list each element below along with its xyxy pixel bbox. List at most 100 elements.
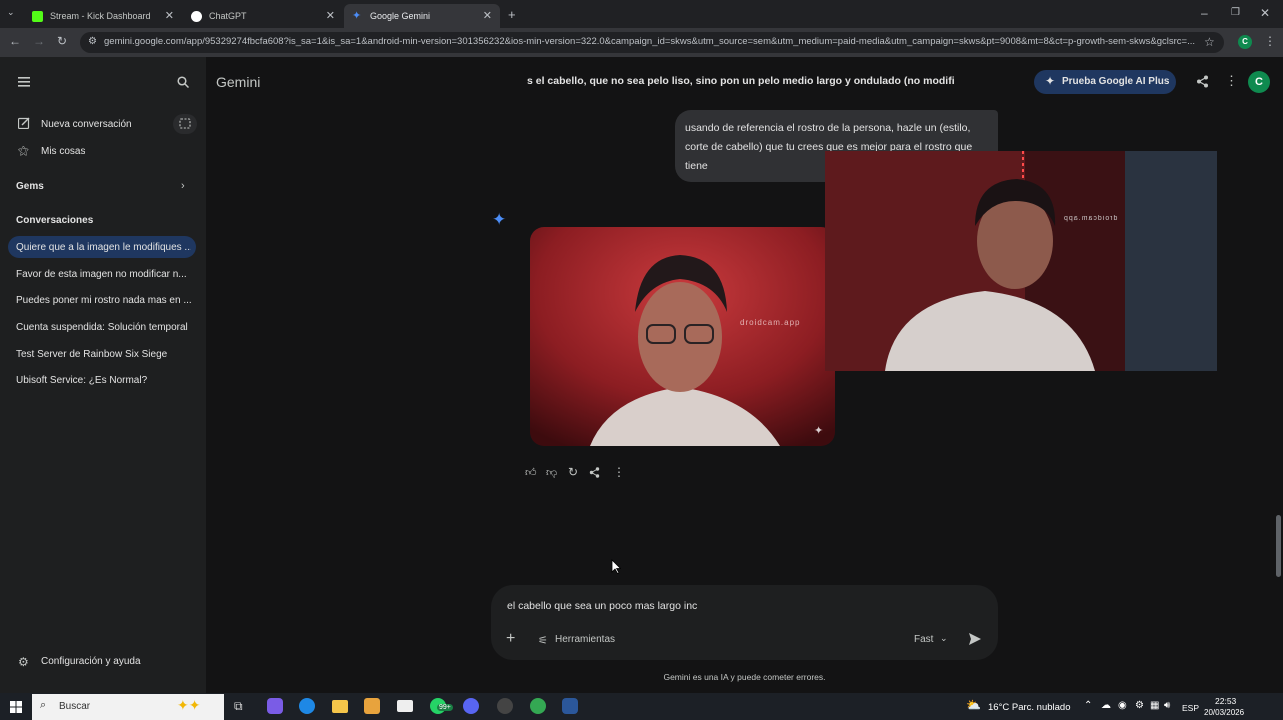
generated-image[interactable]: droidcam.app ✦ [530,227,835,446]
copilot-icon[interactable] [267,698,283,714]
browser-menu-icon[interactable]: ⋮ [1264,34,1276,48]
temporary-chat-button[interactable] [173,114,197,134]
forward-icon[interactable]: → [33,34,45,48]
tray-icon[interactable]: ☁ [1101,700,1111,711]
maximize-icon[interactable]: ❐ [1231,7,1240,18]
mouse-cursor-icon [611,559,621,574]
store-icon[interactable] [364,698,380,714]
reload-icon[interactable]: ↻ [57,34,67,48]
conversation-item[interactable]: Test Server de Rainbow Six Siege [16,349,191,360]
image-watermark: droidcam.app [740,318,801,327]
notification-badge: 99+ [437,704,453,711]
network-icon[interactable]: ▦ [1150,700,1159,711]
tools-button[interactable]: Herramientas [555,634,615,645]
my-stuff-icon: ⚝ [18,145,29,157]
bookmark-star-icon[interactable]: ☆ [1204,35,1215,49]
tab-kick-dashboard[interactable]: Stream - Kick Dashboard ✕ [24,4,182,28]
chatgpt-icon [191,10,202,22]
close-window-icon[interactable]: ✕ [1260,6,1270,20]
volume-icon[interactable]: 🔊︎ [1164,700,1170,711]
tab-chatgpt[interactable]: ChatGPT ✕ [183,4,343,28]
search-placeholder: Buscar [59,701,91,712]
tray-icon[interactable]: ⚙ [1135,700,1144,711]
close-tab-icon[interactable]: ✕ [326,9,335,22]
clock-time[interactable]: 22:53 [1215,696,1236,706]
prompt-input[interactable]: el cabello que sea un poco mas largo inc [507,600,977,612]
menu-icon[interactable] [18,77,30,87]
my-stuff-item[interactable]: Mis cosas [41,146,85,157]
conversation-item[interactable]: Ubisoft Service: ¿Es Normal? [16,375,191,386]
gemini-icon: ✦ [352,9,362,22]
search-highlight-icon: ✦✦ [177,697,201,713]
conversation-item[interactable]: Favor de esta imagen no modificar n... [16,269,191,280]
send-icon[interactable] [968,632,982,646]
close-tab-icon[interactable]: ✕ [483,9,492,22]
site-info-icon[interactable]: ⚙ [88,36,97,47]
minimize-icon[interactable]: – [1201,6,1208,20]
upgrade-button[interactable]: ✦ Prueba Google AI Plus [1034,70,1176,94]
language-indicator[interactable]: ESP [1182,703,1199,713]
account-avatar[interactable]: C [1248,71,1270,93]
settings-help-button[interactable]: Configuración y ayuda [41,656,141,667]
disclaimer-text: Gemini es una IA y puede cometer errores… [663,672,826,682]
response-more-icon[interactable]: ⋮ [613,465,625,479]
thumbs-up-icon[interactable]: 👍︎ [525,466,537,479]
discord-icon[interactable] [463,698,479,714]
webcam-overlay: droidcam.app [825,151,1217,371]
share-icon[interactable] [1196,75,1209,88]
tray-icon[interactable]: ◉ [1118,700,1127,711]
tab-title: Google Gemini [370,11,431,21]
tab-search-icon[interactable]: ⌄ [7,7,15,18]
search-icon: ⌕ [40,699,47,711]
clock-date[interactable]: 20/03/2026 [1204,708,1244,717]
new-chat-icon [18,117,30,129]
gemini-sparkle-icon: ✦ [492,210,507,229]
settings-icon: ⚙ [18,655,29,669]
more-options-icon[interactable]: ⋮ [1225,73,1238,89]
upgrade-label: Prueba Google AI Plus [1062,76,1170,87]
conversation-item[interactable]: Puedes poner mi rostro nada mas en ... [16,295,191,306]
model-selector[interactable]: Fast [914,634,933,645]
conversation-item[interactable]: Cuenta suspendida: Solución temporal [16,322,191,333]
search-icon[interactable] [177,76,189,88]
scrollbar-thumb[interactable] [1276,515,1281,577]
weather-text[interactable]: 16°C Parc. nublado [988,702,1071,713]
regenerate-icon[interactable]: ↻ [568,465,578,479]
close-tab-icon[interactable]: ✕ [165,9,174,22]
chevron-right-icon[interactable]: › [181,180,185,192]
edge-icon[interactable] [299,698,315,714]
app-title[interactable]: Gemini [216,74,260,90]
gems-heading[interactable]: Gems [16,181,44,192]
tab-title: Stream - Kick Dashboard [50,11,151,21]
chevron-down-icon[interactable]: ⌄ [940,633,948,644]
tray-chevron-icon[interactable]: ⌃ [1084,700,1092,711]
tools-icon: ⚟ [538,635,548,647]
sparkle-icon: ✦ [1045,74,1056,88]
obs-icon[interactable] [497,698,513,714]
share-response-icon[interactable] [589,467,600,478]
back-icon[interactable]: ← [9,34,21,48]
prompt-composer [491,585,998,660]
chat-title: s el cabello, que no sea pelo liso, sino… [527,75,955,87]
conversation-item[interactable]: Quiere que a la imagen le modifiques ... [16,242,191,253]
file-explorer-icon[interactable] [332,700,348,713]
new-tab-icon[interactable]: + [508,7,516,22]
conversations-heading: Conversaciones [16,215,94,226]
new-chat-button[interactable]: Nueva conversación [41,119,132,130]
task-view-icon[interactable]: ⧉ [234,699,243,714]
taskbar-search-box[interactable]: ⌕ Buscar ✦✦ [32,694,224,720]
image-sparkle-icon: ✦ [814,425,824,437]
add-attachment-icon[interactable]: + [506,630,515,648]
kick-icon [32,10,43,22]
tab-google-gemini[interactable]: ✦ Google Gemini ✕ [344,4,500,28]
url-text[interactable]: gemini.google.com/app/95329274fbcfa608?i… [104,36,1199,47]
chrome-icon[interactable] [530,698,546,714]
thumbs-down-icon[interactable]: 👎︎ [546,466,557,479]
mail-icon[interactable] [397,700,413,712]
weather-icon: ⛅ [966,698,981,712]
tab-title: ChatGPT [209,11,247,21]
windows-start-icon[interactable] [10,701,22,713]
browser-profile-avatar[interactable]: C [1238,35,1252,49]
app-icon[interactable] [562,698,578,714]
webcam-mirrored-text: droidcam.app [1063,215,1118,222]
